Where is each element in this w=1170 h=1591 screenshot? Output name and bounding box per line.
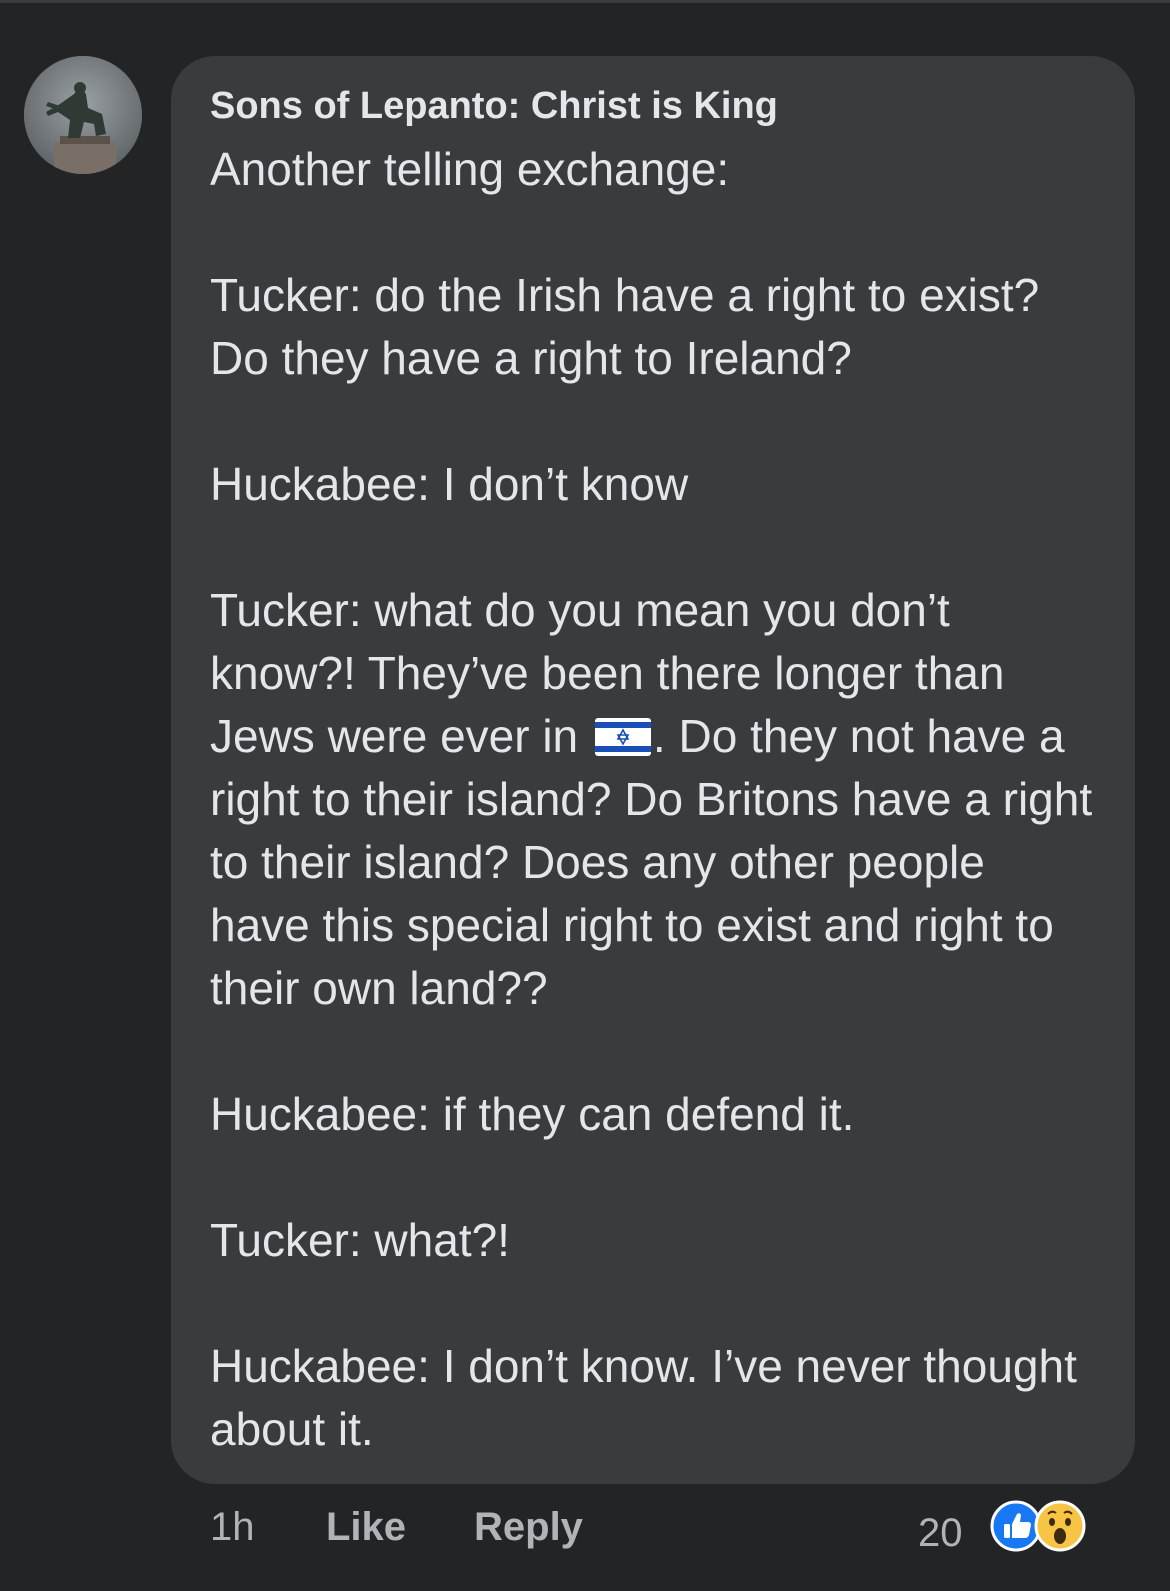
comment-paragraph: Tucker: what do you mean you don’t know?…	[210, 579, 1095, 1020]
comment-paragraph: Huckabee: if they can defend it.	[210, 1088, 855, 1140]
comment-actions: 1h Like Reply 20	[0, 1496, 1170, 1566]
like-button[interactable]: Like	[326, 1502, 406, 1552]
comment-paragraph: Tucker: do the Irish have a right to exi…	[210, 269, 1040, 384]
comment-paragraph: Tucker: what?!	[210, 1214, 510, 1266]
reaction-count[interactable]: 20	[918, 1508, 963, 1558]
comment-paragraph: Another telling exchange:	[210, 143, 730, 195]
comment-timestamp[interactable]: 1h	[210, 1502, 255, 1552]
comment-text: Another telling exchange: Tucker: do the…	[210, 138, 1095, 1461]
statue-avatar-icon	[24, 56, 142, 174]
wow-reaction-icon[interactable]	[1034, 1500, 1086, 1552]
comment-paragraph: Huckabee: I don’t know. I’ve never thoug…	[210, 1340, 1077, 1455]
israel-flag-icon	[594, 718, 651, 756]
top-divider	[0, 0, 1170, 3]
comment-author[interactable]: Sons of Lepanto: Christ is King	[210, 82, 1095, 130]
comment-bubble: Sons of Lepanto: Christ is King Another …	[171, 56, 1135, 1484]
comment-paragraph: Huckabee: I don’t know	[210, 458, 689, 510]
avatar[interactable]	[24, 56, 142, 174]
reply-button[interactable]: Reply	[474, 1502, 583, 1552]
